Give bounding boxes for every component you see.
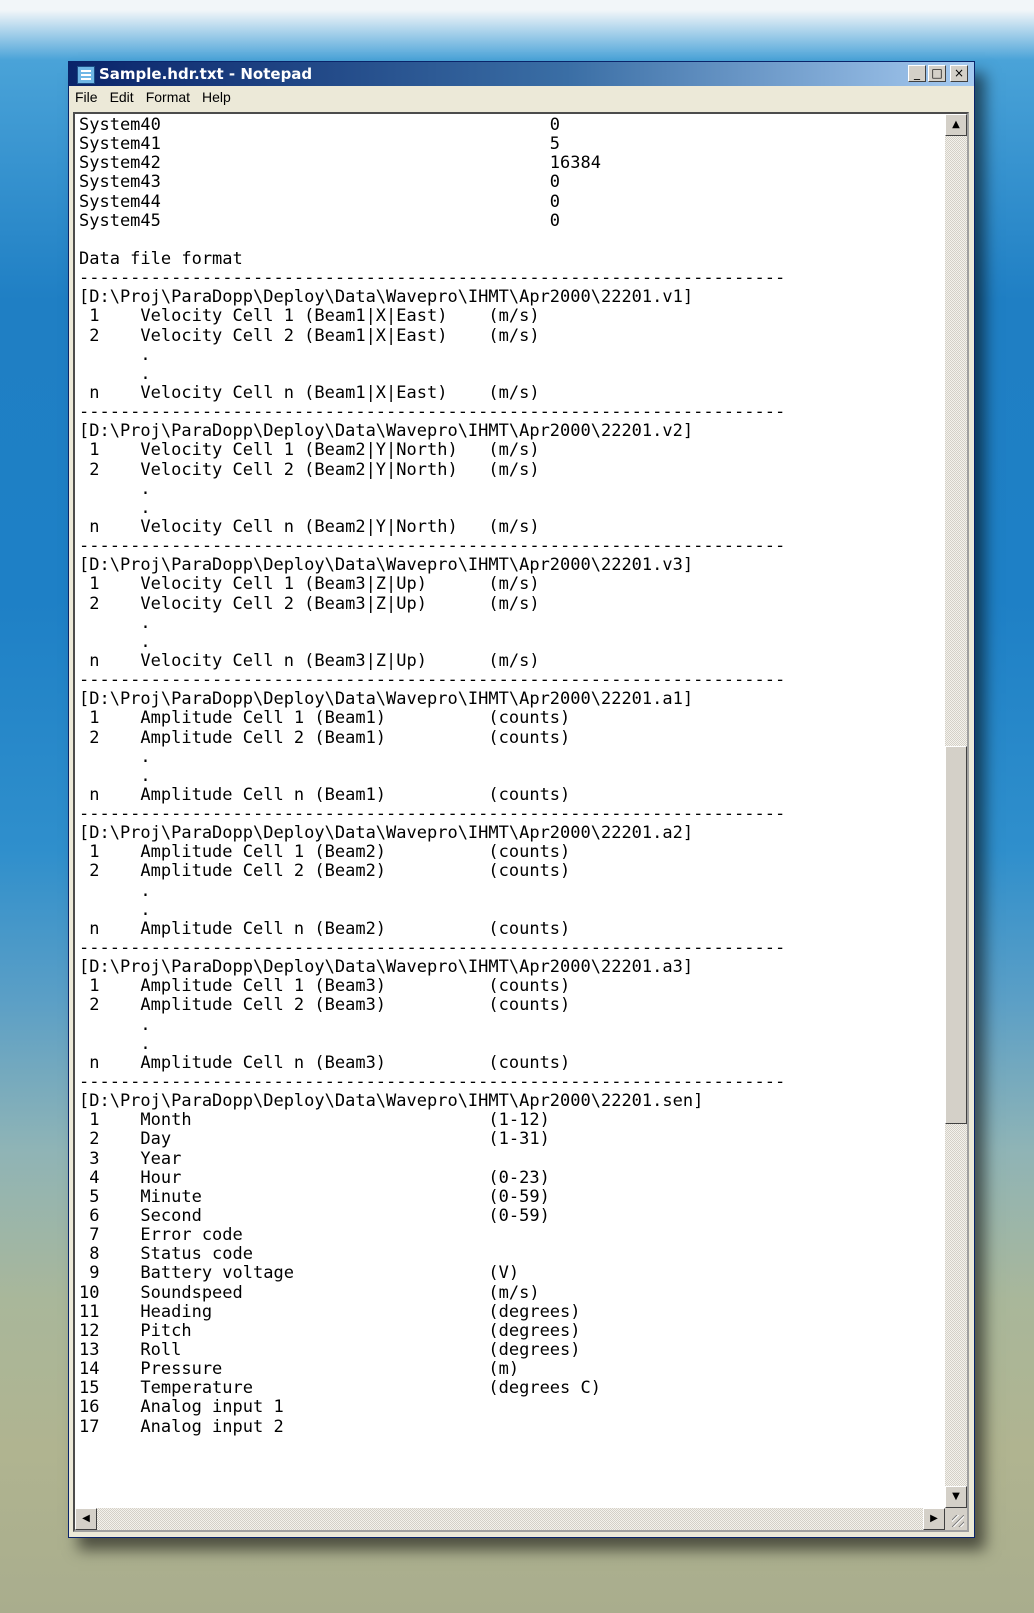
- text-line: .: [79, 497, 151, 518]
- text-line: n Velocity Cell n (Beam2|Y|North) (m/s): [79, 516, 540, 537]
- text-line: ----------------------------------------…: [79, 1072, 786, 1093]
- text-line: 2 Day (1-31): [79, 1129, 550, 1150]
- text-line: n Amplitude Cell n (Beam3) (counts): [79, 1052, 571, 1073]
- text-line: 8 Status code: [79, 1244, 253, 1265]
- text-line: ----------------------------------------…: [79, 938, 786, 959]
- text-line: 2 Amplitude Cell 2 (Beam3) (counts): [79, 995, 571, 1016]
- text-line: 17 Analog input 2: [79, 1416, 284, 1437]
- text-line: System42 16384: [79, 153, 601, 174]
- notepad-app-icon[interactable]: [77, 66, 95, 84]
- menu-file[interactable]: File: [69, 86, 104, 108]
- text-line: n Amplitude Cell n (Beam1) (counts): [79, 784, 571, 805]
- text-line: 13 Roll (degrees): [79, 1340, 581, 1360]
- text-line: .: [79, 765, 151, 786]
- text-line: ----------------------------------------…: [79, 536, 786, 557]
- text-line: 2 Amplitude Cell 2 (Beam1) (counts): [79, 727, 571, 748]
- scroll-up-button[interactable]: ▲: [945, 114, 967, 136]
- text-line: System43 0: [79, 172, 561, 193]
- text-line: System44 0: [79, 191, 561, 212]
- text-line: 7 Error code: [79, 1225, 243, 1246]
- text-line: [D:\Proj\ParaDopp\Deploy\Data\Wavepro\IH…: [79, 689, 694, 710]
- text-line: 1 Amplitude Cell 1 (Beam2) (counts): [79, 842, 571, 863]
- text-line: .: [79, 746, 151, 767]
- text-line: 2 Velocity Cell 2 (Beam3|Z|Up) (m/s): [79, 593, 540, 614]
- notepad-window[interactable]: Sample.hdr.txt - Notepad _ □ × File Edit F…: [68, 61, 975, 1538]
- menu-format[interactable]: Format: [140, 86, 196, 108]
- text-line: 12 Pitch (degrees): [79, 1320, 581, 1341]
- text-line: n Velocity Cell n (Beam1|X|East) (m/s): [79, 382, 540, 403]
- horizontal-scrollbar[interactable]: ◀ ▶: [75, 1508, 945, 1530]
- text-line: 1 Amplitude Cell 1 (Beam3) (counts): [79, 976, 571, 997]
- text-line: 4 Hour (0-23): [79, 1167, 550, 1188]
- resize-grip[interactable]: [945, 1508, 967, 1530]
- text-line: 1 Month (1-12): [79, 1110, 550, 1131]
- vertical-scrollbar[interactable]: ▲ ▼: [945, 114, 967, 1508]
- text-line: 14 Pressure (m): [79, 1359, 520, 1380]
- window-title: Sample.hdr.txt - Notepad: [99, 65, 313, 83]
- text-line: ----------------------------------------…: [79, 804, 786, 825]
- text-line: Data file format: [79, 248, 243, 269]
- text-line: [D:\Proj\ParaDopp\Deploy\Data\Wavepro\IH…: [79, 1091, 704, 1112]
- minimize-button[interactable]: _: [908, 65, 926, 82]
- text-line: 1 Velocity Cell 1 (Beam2|Y|North) (m/s): [79, 440, 540, 461]
- text-line: .: [79, 880, 151, 901]
- scroll-left-button[interactable]: ◀: [75, 1508, 97, 1530]
- menu-help[interactable]: Help: [196, 86, 237, 108]
- text-line: [D:\Proj\ParaDopp\Deploy\Data\Wavepro\IH…: [79, 421, 694, 442]
- text-line: .: [79, 899, 151, 920]
- menu-bar: File Edit Format Help: [69, 86, 974, 110]
- text-line: .: [79, 478, 151, 499]
- text-line: [D:\Proj\ParaDopp\Deploy\Data\Wavepro\IH…: [79, 555, 694, 576]
- text-line: ----------------------------------------…: [79, 402, 786, 423]
- text-line: 15 Temperature (degrees C): [79, 1378, 601, 1399]
- scroll-down-button[interactable]: ▼: [945, 1486, 967, 1508]
- text-line: 2 Velocity Cell 2 (Beam2|Y|North) (m/s): [79, 459, 540, 480]
- vertical-scroll-thumb[interactable]: [945, 746, 967, 1124]
- text-line: [79, 231, 941, 250]
- text-line: ----------------------------------------…: [79, 670, 786, 691]
- text-line: System45 0: [79, 210, 561, 231]
- text-line: 1 Velocity Cell 1 (Beam1|X|East) (m/s): [79, 306, 540, 327]
- text-line: [D:\Proj\ParaDopp\Deploy\Data\Wavepro\IH…: [79, 823, 694, 844]
- close-button[interactable]: ×: [950, 65, 968, 82]
- text-line: 1 Velocity Cell 1 (Beam3|Z|Up) (m/s): [79, 574, 540, 595]
- menu-edit[interactable]: Edit: [104, 86, 140, 108]
- text-line: .: [79, 1014, 151, 1035]
- text-line: [D:\Proj\ParaDopp\Deploy\Data\Wavepro\IH…: [79, 957, 694, 978]
- text-line: 3 Year: [79, 1148, 182, 1169]
- text-line: .: [79, 363, 151, 384]
- text-line: .: [79, 612, 151, 633]
- text-line: 6 Second (0-59): [79, 1206, 550, 1227]
- text-line: 10 Soundspeed (m/s): [79, 1282, 540, 1303]
- text-line: 5 Minute (0-59): [79, 1186, 550, 1207]
- text-line: n Amplitude Cell n (Beam2) (counts): [79, 918, 571, 939]
- text-line: .: [79, 631, 151, 652]
- text-line: n Velocity Cell n (Beam3|Z|Up) (m/s): [79, 650, 540, 671]
- maximize-button[interactable]: □: [928, 65, 946, 82]
- text-line: System41 5: [79, 134, 561, 155]
- text-line: .: [79, 344, 151, 365]
- text-line: 16 Analog input 1: [79, 1397, 284, 1418]
- text-line: ----------------------------------------…: [79, 268, 786, 289]
- text-line: System40 0: [79, 116, 561, 135]
- title-bar[interactable]: Sample.hdr.txt - Notepad _ □ ×: [69, 62, 974, 86]
- text-line: 11 Heading (degrees): [79, 1301, 581, 1322]
- text-line: [D:\Proj\ParaDopp\Deploy\Data\Wavepro\IH…: [79, 287, 694, 308]
- text-line: 9 Battery voltage (V): [79, 1263, 520, 1284]
- text-editor-area[interactable]: System40 0 System41 5 System42 16384 System…: [73, 112, 969, 1532]
- scroll-right-button[interactable]: ▶: [923, 1508, 945, 1530]
- text-line: 1 Amplitude Cell 1 (Beam1) (counts): [79, 708, 571, 729]
- text-line: 2 Amplitude Cell 2 (Beam2) (counts): [79, 861, 571, 882]
- text-line: .: [79, 1033, 151, 1054]
- text-line: 2 Velocity Cell 2 (Beam1|X|East) (m/s): [79, 325, 540, 346]
- document-text[interactable]: System40 0 System41 5 System42 16384 System…: [79, 116, 941, 1504]
